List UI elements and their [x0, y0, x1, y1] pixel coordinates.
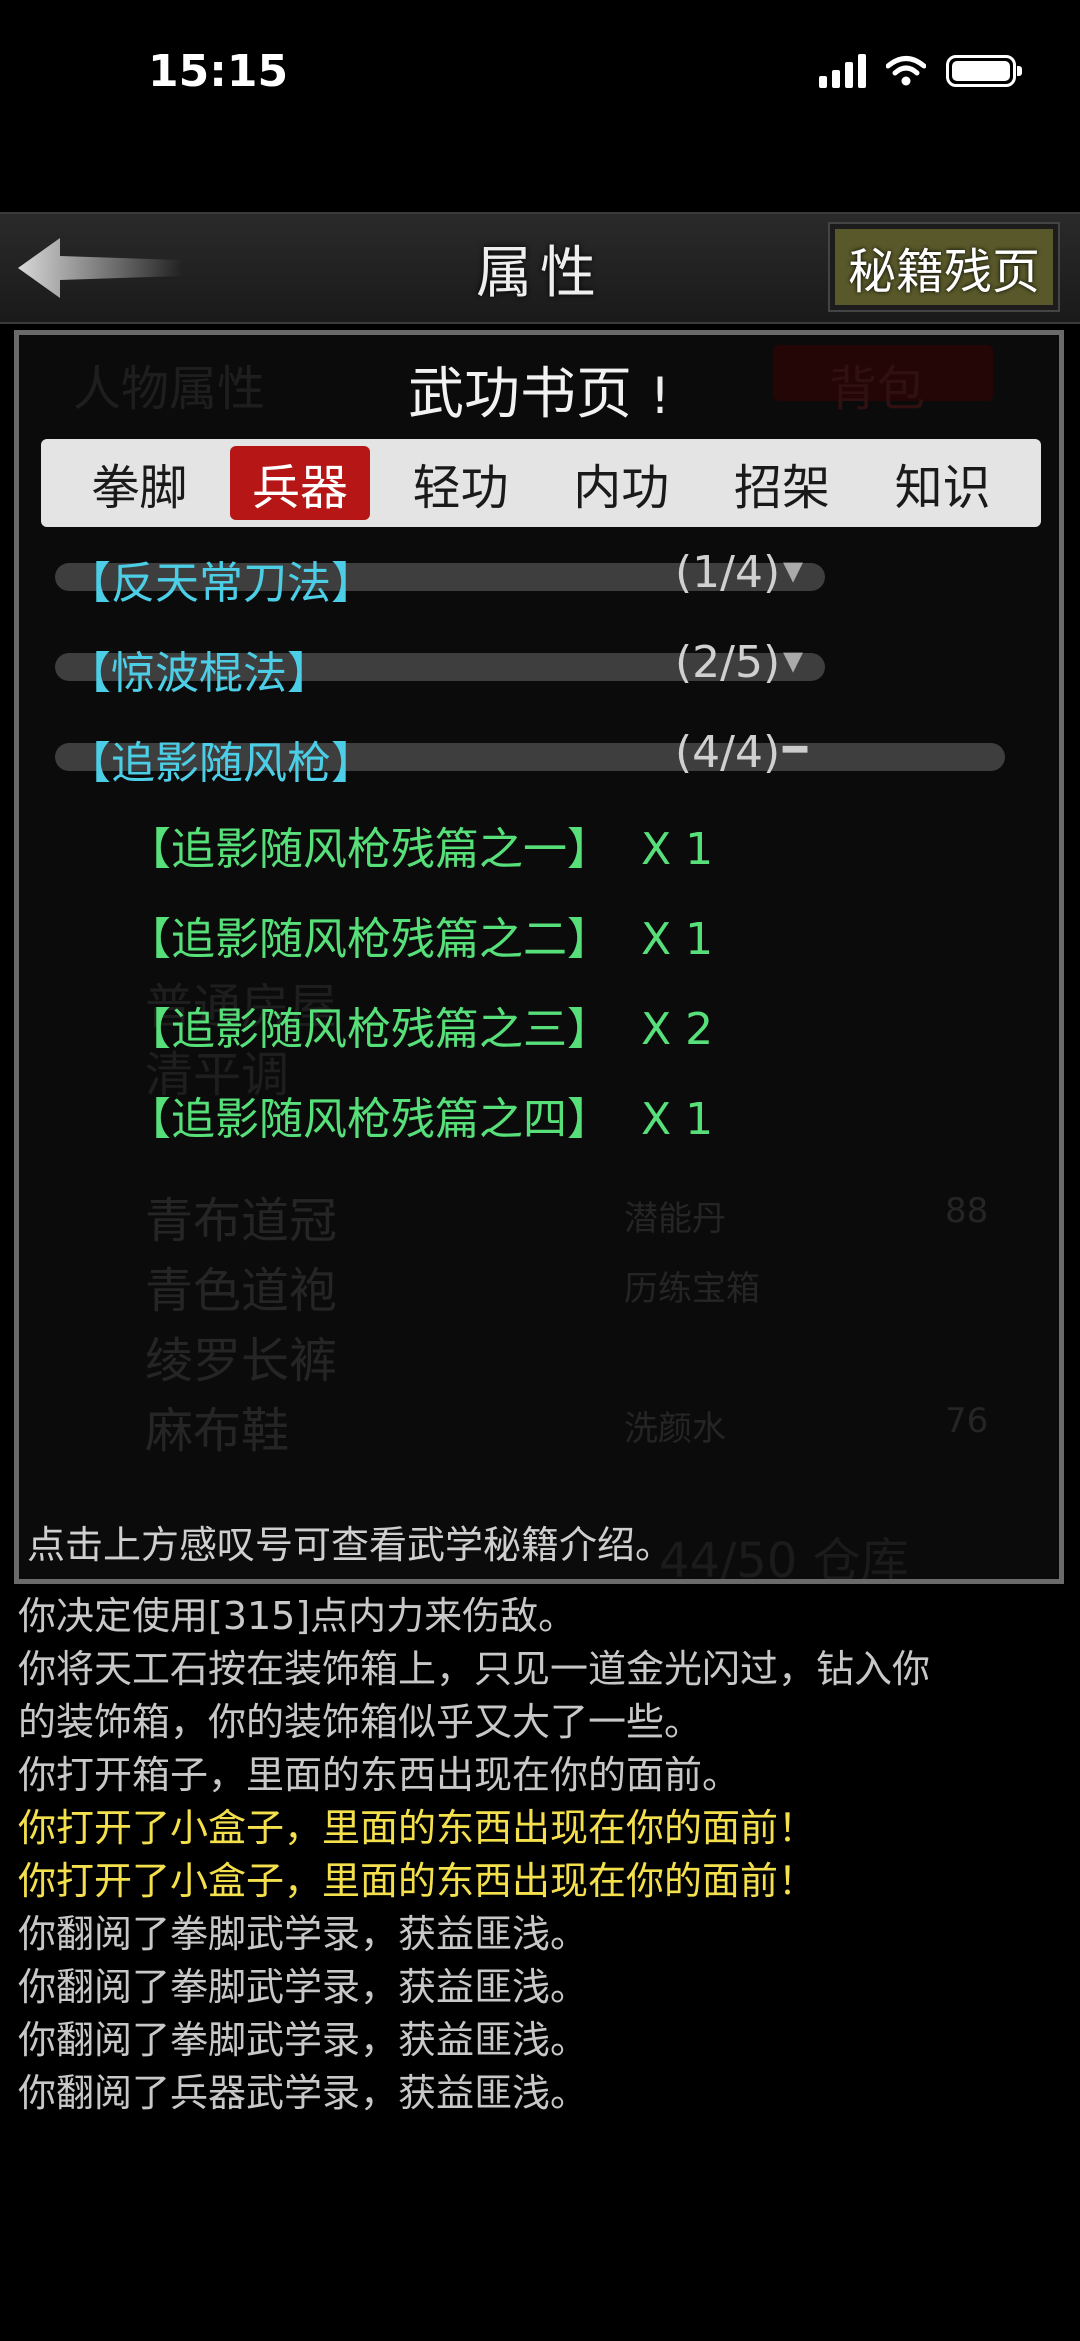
- category-name: 【反天常刀法】: [67, 558, 375, 609]
- log-line: 你翻阅了兵器武学录，获益匪浅。: [18, 2071, 589, 2115]
- page-item[interactable]: 【追影随风枪残篇之四】 X 1: [127, 1083, 713, 1147]
- category-row[interactable]: 【追影随风枪】 (4/4) ━: [55, 727, 1015, 789]
- category-row[interactable]: 【反天常刀法】 (1/4) ▾: [55, 547, 835, 609]
- attribute-panel: 人物属性 背包 普通房屋 清平调 青布道冠 青色道袍 绫罗长裤 麻布鞋 潜能丹 …: [14, 330, 1064, 1584]
- message-log: 你决定使用[315]点内力来伤敌。 你将天工石按在装饰箱上，只见一道金光闪过，钻…: [18, 1590, 1068, 2120]
- page-item[interactable]: 【追影随风枪残篇之一】 X 1: [127, 813, 713, 877]
- expand-arrow-icon[interactable]: ▾: [783, 547, 803, 593]
- log-line: 的装饰箱，你的装饰箱似乎又大了一些。: [18, 1700, 703, 1744]
- log-line: 你决定使用[315]点内力来伤敌。: [18, 1594, 577, 1638]
- tab-lightness[interactable]: 轻功: [391, 446, 531, 520]
- category-name: 【惊波棍法】: [67, 648, 331, 699]
- page-qty: X 1: [641, 914, 714, 965]
- page-qty: X 1: [641, 824, 714, 875]
- category-name: 【追影随风枪】: [67, 738, 375, 789]
- page-name: 【追影随风枪残篇之一】: [127, 824, 611, 875]
- log-line: 你翻阅了拳脚武学录，获益匪浅。: [18, 2018, 589, 2062]
- status-bar: 15:15: [0, 0, 1080, 150]
- log-line: 你翻阅了拳脚武学录，获益匪浅。: [18, 1965, 589, 2009]
- page-item[interactable]: 【追影随风枪残篇之三】 X 2: [127, 993, 713, 1057]
- expand-arrow-icon[interactable]: ▾: [783, 637, 803, 683]
- tab-weapon[interactable]: 兵器: [229, 446, 370, 520]
- page-qty: X 2: [641, 1004, 714, 1055]
- log-line-highlight: 你打开了小盒子，里面的东西出现在你的面前！: [18, 1806, 817, 1850]
- page-qty: X 1: [641, 1094, 714, 1145]
- tab-knowledge[interactable]: 知识: [873, 446, 1013, 520]
- weapon-type-tabs: 拳脚 兵器 轻功 内功 招架 知识: [41, 439, 1041, 527]
- category-row[interactable]: 【惊波棍法】 (2/5) ▾: [55, 637, 835, 699]
- category-count: (2/5): [675, 637, 781, 688]
- popup-title: 武功书页!: [19, 349, 1059, 430]
- popup-title-text: 武功书页: [407, 362, 632, 427]
- hint-text: 点击上方感叹号可查看武学秘籍介绍。: [27, 1523, 674, 1567]
- secret-pages-button[interactable]: 秘籍残页: [828, 222, 1060, 312]
- battery-icon: [946, 55, 1022, 87]
- log-line-highlight: 你打开了小盒子，里面的东西出现在你的面前！: [18, 1859, 817, 1903]
- wifi-icon: [886, 56, 926, 86]
- tab-fist[interactable]: 拳脚: [69, 446, 209, 520]
- page-name: 【追影随风枪残篇之四】: [127, 1094, 611, 1145]
- page-name: 【追影随风枪残篇之三】: [127, 1004, 611, 1055]
- cellular-signal-icon: [819, 54, 866, 88]
- page-name: 【追影随风枪残篇之二】: [127, 914, 611, 965]
- tab-parry[interactable]: 招架: [712, 446, 852, 520]
- tab-internal[interactable]: 内功: [551, 446, 691, 520]
- header-bar: 属性 秘籍残页: [0, 212, 1080, 324]
- status-icons: [819, 54, 1022, 88]
- log-line: 你打开箱子，里面的东西出现在你的面前。: [18, 1753, 741, 1797]
- page-item[interactable]: 【追影随风枪残篇之二】 X 1: [127, 903, 713, 967]
- log-line: 你将天工石按在装饰箱上，只见一道金光闪过，钻入你: [18, 1647, 931, 1691]
- log-line: 你翻阅了拳脚武学录，获益匪浅。: [18, 1912, 589, 1956]
- category-count: (4/4): [675, 727, 781, 778]
- status-time: 15:15: [148, 46, 289, 97]
- category-count: (1/4): [675, 547, 781, 598]
- collapse-icon[interactable]: ━: [783, 727, 807, 773]
- info-exclamation-icon[interactable]: !: [650, 367, 670, 425]
